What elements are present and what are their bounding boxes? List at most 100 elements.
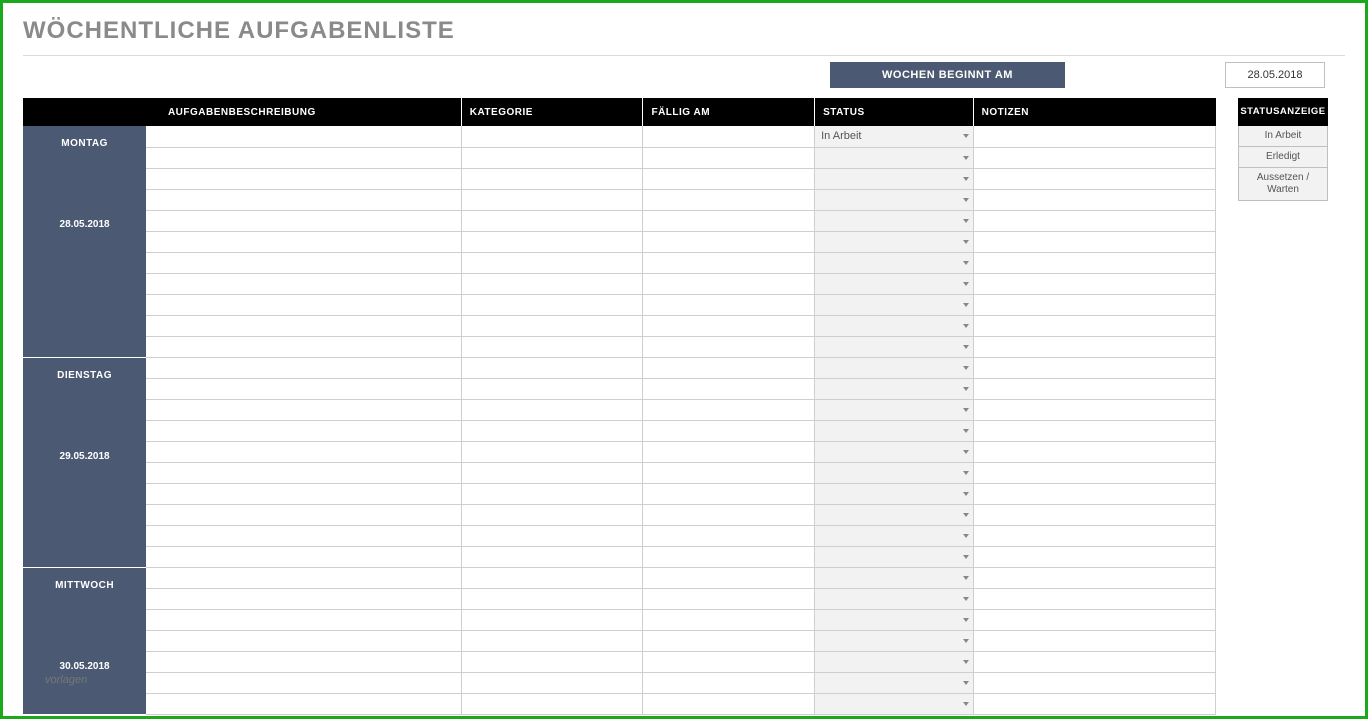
cell-notes[interactable]: [973, 399, 1215, 420]
cell-category[interactable]: [461, 504, 643, 525]
cell-due[interactable]: [643, 630, 815, 651]
cell-status-dropdown[interactable]: [815, 231, 974, 252]
cell-status-dropdown[interactable]: [815, 693, 974, 714]
cell-status-dropdown[interactable]: [815, 168, 974, 189]
cell-notes[interactable]: [973, 168, 1215, 189]
cell-notes[interactable]: [973, 651, 1215, 672]
cell-status-dropdown[interactable]: [815, 252, 974, 273]
cell-notes[interactable]: [973, 588, 1215, 609]
cell-due[interactable]: [643, 525, 815, 546]
cell-status-dropdown[interactable]: [815, 567, 974, 588]
cell-status-dropdown[interactable]: [815, 273, 974, 294]
cell-description[interactable]: [146, 336, 461, 357]
cell-notes[interactable]: [973, 441, 1215, 462]
cell-notes[interactable]: [973, 567, 1215, 588]
cell-description[interactable]: [146, 462, 461, 483]
cell-description[interactable]: [146, 189, 461, 210]
cell-category[interactable]: [461, 147, 643, 168]
cell-status-dropdown[interactable]: [815, 294, 974, 315]
cell-description[interactable]: [146, 630, 461, 651]
cell-due[interactable]: [643, 147, 815, 168]
cell-due[interactable]: [643, 504, 815, 525]
cell-notes[interactable]: [973, 525, 1215, 546]
cell-description[interactable]: [146, 210, 461, 231]
cell-category[interactable]: [461, 168, 643, 189]
cell-category[interactable]: [461, 294, 643, 315]
cell-notes[interactable]: [973, 630, 1215, 651]
cell-description[interactable]: [146, 126, 461, 147]
cell-description[interactable]: [146, 147, 461, 168]
cell-due[interactable]: [643, 189, 815, 210]
cell-due[interactable]: [643, 357, 815, 378]
cell-due[interactable]: [643, 567, 815, 588]
cell-status-dropdown[interactable]: [815, 147, 974, 168]
cell-status-dropdown[interactable]: [815, 609, 974, 630]
cell-description[interactable]: [146, 399, 461, 420]
cell-category[interactable]: [461, 231, 643, 252]
cell-status-dropdown[interactable]: [815, 357, 974, 378]
cell-category[interactable]: [461, 630, 643, 651]
cell-notes[interactable]: [973, 126, 1215, 147]
cell-due[interactable]: [643, 651, 815, 672]
cell-description[interactable]: [146, 252, 461, 273]
cell-category[interactable]: [461, 252, 643, 273]
cell-notes[interactable]: [973, 378, 1215, 399]
cell-status-dropdown[interactable]: [815, 588, 974, 609]
cell-category[interactable]: [461, 672, 643, 693]
cell-due[interactable]: [643, 294, 815, 315]
cell-notes[interactable]: [973, 609, 1215, 630]
cell-notes[interactable]: [973, 357, 1215, 378]
cell-notes[interactable]: [973, 294, 1215, 315]
cell-notes[interactable]: [973, 231, 1215, 252]
cell-due[interactable]: [643, 126, 815, 147]
cell-description[interactable]: [146, 693, 461, 714]
cell-due[interactable]: [643, 231, 815, 252]
cell-category[interactable]: [461, 357, 643, 378]
cell-status-dropdown[interactable]: [815, 525, 974, 546]
cell-notes[interactable]: [973, 315, 1215, 336]
cell-category[interactable]: [461, 399, 643, 420]
cell-status-dropdown[interactable]: [815, 315, 974, 336]
cell-description[interactable]: [146, 315, 461, 336]
cell-due[interactable]: [643, 168, 815, 189]
cell-due[interactable]: [643, 609, 815, 630]
cell-description[interactable]: [146, 672, 461, 693]
cell-status-dropdown[interactable]: [815, 441, 974, 462]
cell-due[interactable]: [643, 420, 815, 441]
cell-status-dropdown[interactable]: [815, 630, 974, 651]
cell-description[interactable]: [146, 231, 461, 252]
cell-notes[interactable]: [973, 189, 1215, 210]
cell-notes[interactable]: [973, 336, 1215, 357]
cell-due[interactable]: [643, 462, 815, 483]
cell-notes[interactable]: [973, 462, 1215, 483]
cell-description[interactable]: [146, 294, 461, 315]
cell-description[interactable]: [146, 441, 461, 462]
cell-category[interactable]: [461, 462, 643, 483]
cell-category[interactable]: [461, 189, 643, 210]
cell-description[interactable]: [146, 378, 461, 399]
cell-category[interactable]: [461, 609, 643, 630]
cell-notes[interactable]: [973, 420, 1215, 441]
cell-category[interactable]: [461, 567, 643, 588]
cell-category[interactable]: [461, 126, 643, 147]
cell-category[interactable]: [461, 441, 643, 462]
cell-status-dropdown[interactable]: In Arbeit: [815, 126, 974, 147]
cell-description[interactable]: [146, 525, 461, 546]
cell-description[interactable]: [146, 420, 461, 441]
cell-notes[interactable]: [973, 546, 1215, 567]
cell-due[interactable]: [643, 693, 815, 714]
cell-due[interactable]: [643, 252, 815, 273]
cell-due[interactable]: [643, 399, 815, 420]
cell-notes[interactable]: [973, 504, 1215, 525]
cell-notes[interactable]: [973, 672, 1215, 693]
cell-due[interactable]: [643, 588, 815, 609]
cell-category[interactable]: [461, 378, 643, 399]
cell-notes[interactable]: [973, 273, 1215, 294]
cell-status-dropdown[interactable]: [815, 651, 974, 672]
cell-status-dropdown[interactable]: [815, 546, 974, 567]
cell-description[interactable]: [146, 588, 461, 609]
cell-category[interactable]: [461, 210, 643, 231]
cell-category[interactable]: [461, 273, 643, 294]
cell-category[interactable]: [461, 420, 643, 441]
cell-status-dropdown[interactable]: [815, 420, 974, 441]
